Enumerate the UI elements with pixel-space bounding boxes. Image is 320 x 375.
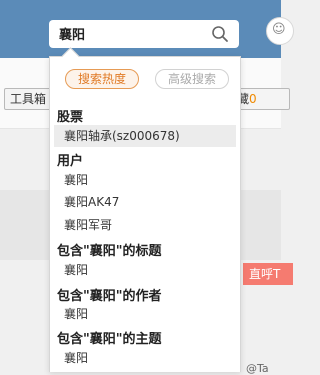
suggestion-item[interactable]: 襄阳轴承(sz000678): [54, 125, 236, 147]
favorites-count: 0: [249, 92, 257, 106]
search-input[interactable]: [59, 26, 209, 41]
search-suggestions-dropdown: 搜索热度 高级搜索 股票 襄阳轴承(sz000678) 用户 襄阳 襄阳AK47…: [49, 56, 241, 372]
suggestion-item[interactable]: 襄阳: [54, 259, 236, 281]
section-title-in-titles: 包含"襄阳"的标题: [57, 244, 162, 259]
suggestion-item[interactable]: 襄阳: [54, 169, 236, 191]
mention-link[interactable]: @Ta: [246, 362, 269, 375]
avatar[interactable]: ☺: [266, 17, 294, 45]
user-icon: ☺: [272, 22, 286, 37]
search-icon[interactable]: [211, 25, 229, 43]
search-box: [49, 20, 239, 48]
suggestion-item[interactable]: 襄阳军哥: [54, 214, 236, 236]
section-title-in-topics: 包含"襄阳"的主题: [57, 332, 162, 347]
suggestion-item[interactable]: 襄阳AK47: [54, 191, 236, 213]
suggestion-item[interactable]: 襄阳: [54, 303, 236, 325]
section-title-in-authors: 包含"襄阳"的作者: [57, 289, 162, 304]
section-title-stocks: 股票: [57, 110, 84, 125]
tab-advanced-search[interactable]: 高级搜索: [155, 69, 229, 89]
live-tag[interactable]: 直呼T: [243, 263, 293, 285]
tab-search-popularity[interactable]: 搜索热度: [65, 69, 139, 89]
suggestion-item[interactable]: 襄阳: [54, 347, 236, 369]
section-title-users: 用户: [57, 154, 84, 169]
